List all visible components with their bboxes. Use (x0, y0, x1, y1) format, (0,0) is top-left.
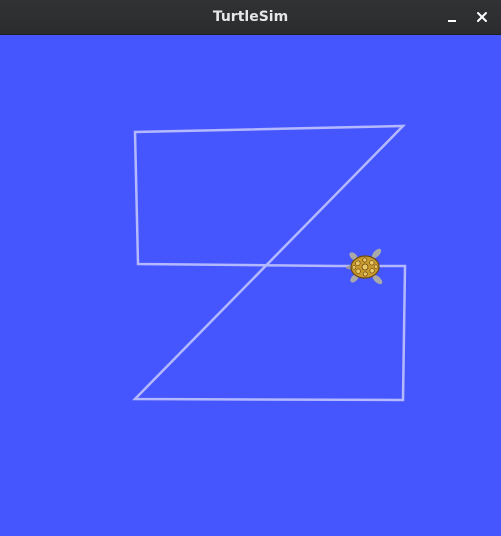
turtle-canvas[interactable] (0, 35, 501, 536)
turtlesim-window: TurtleSim (0, 0, 501, 536)
minimize-icon (448, 20, 456, 22)
canvas-drawing (0, 35, 501, 536)
close-icon (477, 12, 487, 22)
window-title: TurtleSim (212, 9, 289, 25)
titlebar[interactable]: TurtleSim (0, 0, 501, 35)
canvas-background (0, 35, 501, 536)
minimize-button[interactable] (440, 5, 464, 29)
close-button[interactable] (470, 5, 494, 29)
